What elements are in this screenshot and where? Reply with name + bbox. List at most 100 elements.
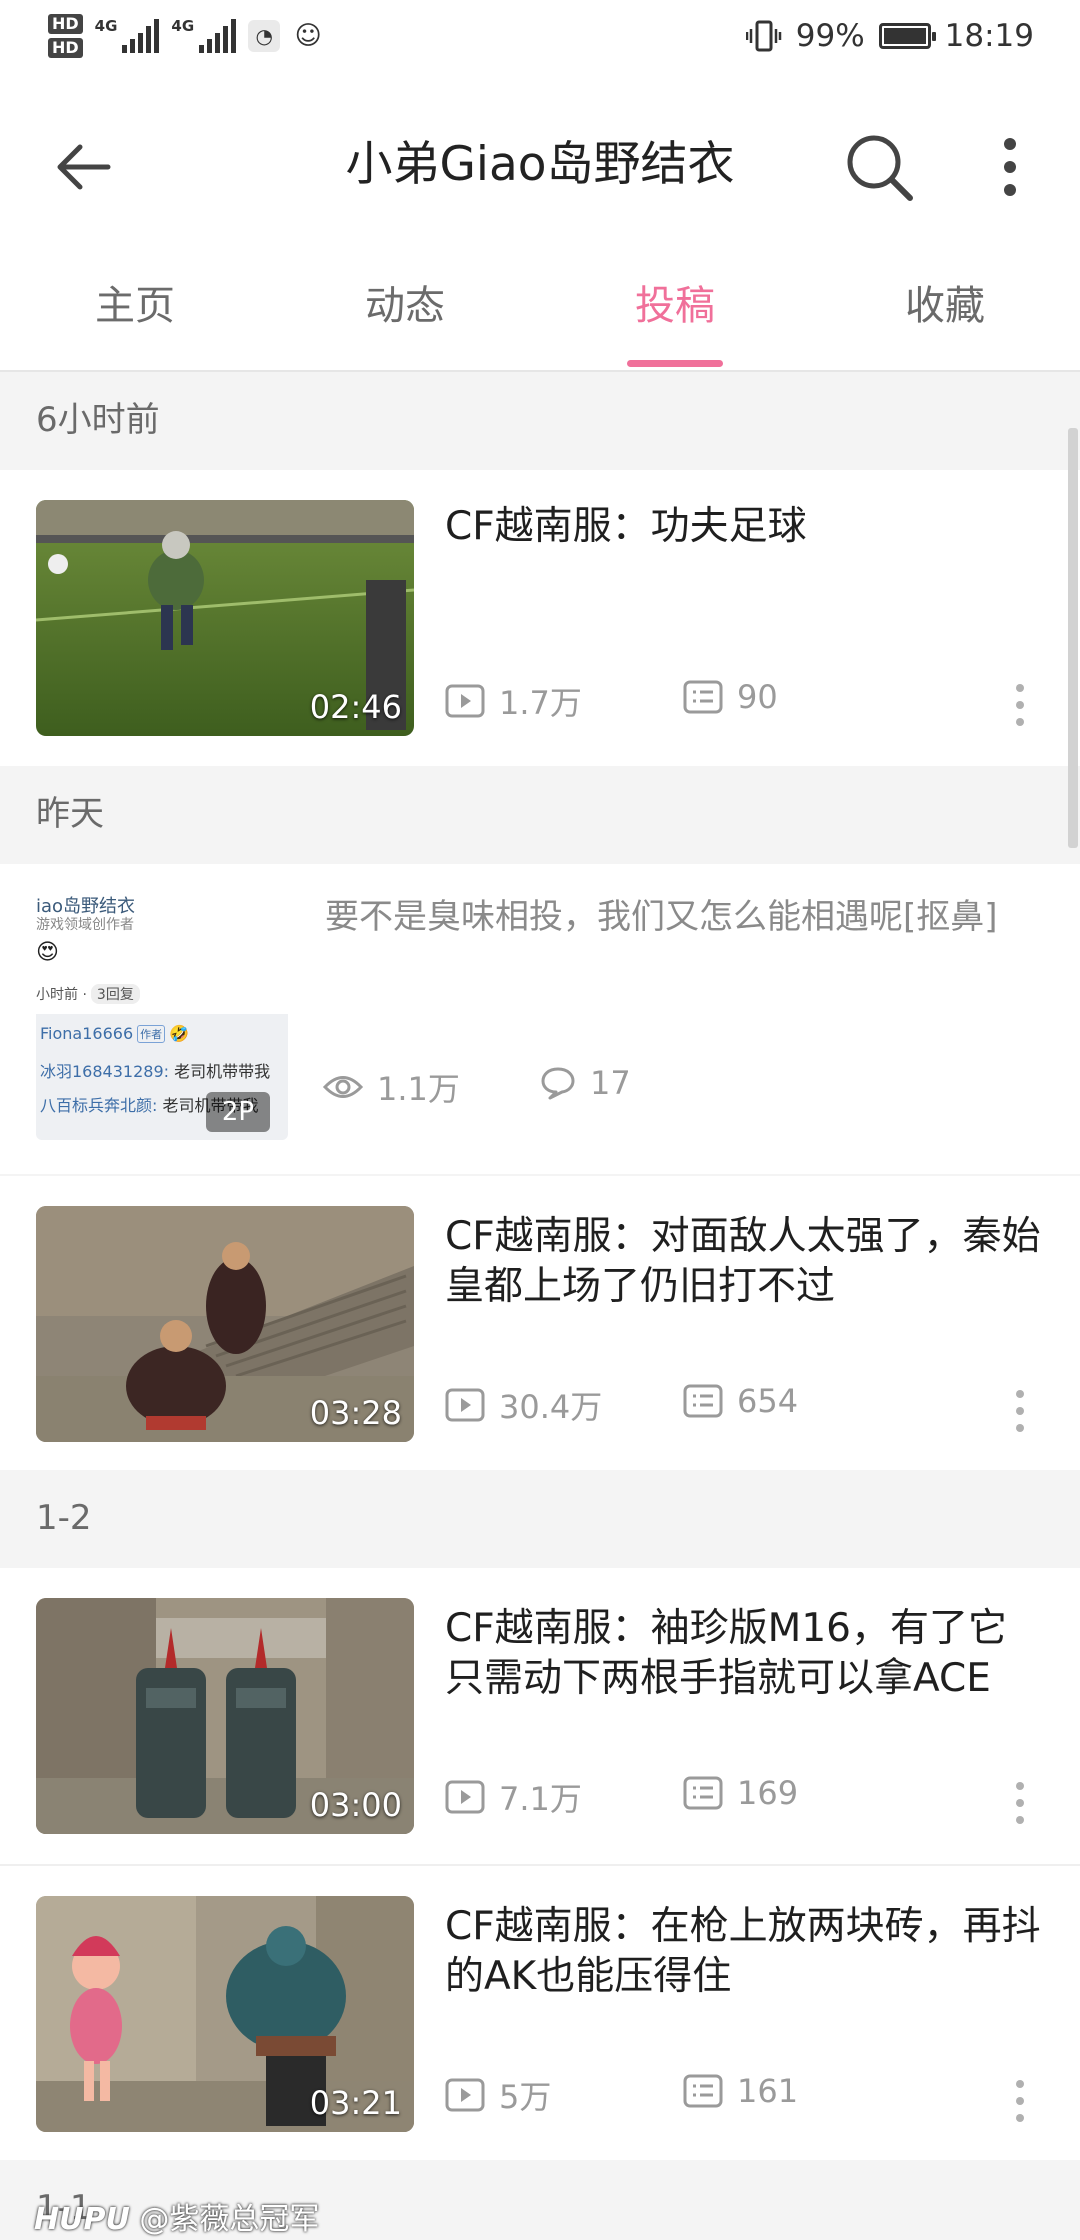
section-label: 昨天 [36, 794, 104, 834]
section-label: 6小时前 [36, 400, 160, 440]
post-text[interactable]: 要不是臭味相投，我们又怎么能相遇呢[抠鼻] [325, 894, 1045, 940]
play-count-value: 1.7万 [499, 684, 582, 722]
video-duration: 03:28 [309, 1394, 402, 1432]
signal-bars-icon [122, 19, 160, 53]
video-title[interactable]: CF越南服：在枪上放两块砖，再抖的AK也能压得住 [445, 1902, 1045, 2002]
battery-percent: 99% [795, 18, 865, 54]
more-vert-icon[interactable] [980, 132, 1040, 202]
more-options-icon[interactable] [1010, 2076, 1030, 2126]
preview-comment-user: Fiona16666 [40, 1024, 134, 1043]
signal-bars-icon [199, 19, 237, 53]
reply-count-value: 17 [590, 1064, 631, 1102]
video-duration: 03:21 [309, 2084, 402, 2122]
video-duration: 02:46 [309, 688, 402, 726]
dynamic-item[interactable]: iao岛野结衣 游戏领域创作者 😍 小时前 · 3回复 Fiona16666 作… [0, 864, 1080, 1174]
video-item[interactable]: 03:28 CF越南服：对面敌人太强了，秦始皇都上场了仍旧打不过 30.4万 6… [0, 1176, 1080, 1470]
play-count-value: 30.4万 [499, 1388, 603, 1426]
watermark-brand: HUPU [34, 2202, 130, 2237]
page-count-badge: 2P [206, 1092, 270, 1132]
more-options-icon[interactable] [1010, 1386, 1030, 1436]
app-notification-icon: ◔ [248, 20, 281, 52]
reply-count: 17 [540, 1064, 631, 1102]
comment-count-value: 90 [737, 678, 778, 716]
preview-comment: Fiona16666 作者 🤣 [40, 1024, 189, 1043]
screen: { "status_bar": { "hd1": "HD", "hd2": "H… [0, 0, 1080, 2240]
preview-comment: 冰羽168431289: 老司机带带我 [40, 1058, 270, 1082]
section-header: 昨天 [0, 766, 1080, 864]
play-count: 30.4万 [445, 1382, 602, 1428]
section-header: 6小时前 [0, 372, 1080, 470]
app-bar: 小弟Giao岛野结衣 [0, 80, 1080, 250]
play-count: 5万 [445, 2072, 551, 2118]
tab-dynamics[interactable]: 动态 [270, 282, 540, 330]
watermark-text: @紫薇总冠军 [139, 2202, 320, 2237]
post-preview-image[interactable]: iao岛野结衣 游戏领域创作者 😍 小时前 · 3回复 Fiona16666 作… [36, 892, 288, 1140]
preview-subtitle: 游戏领域创作者 [36, 917, 134, 933]
play-count-value: 7.1万 [499, 1780, 582, 1818]
eye-icon [323, 1076, 363, 1098]
preview-author-tag: 作者 [137, 1024, 166, 1043]
hd-indicators: HD HD [48, 14, 83, 58]
comment-count: 654 [683, 1382, 798, 1420]
status-right: 99% 18:19 [745, 18, 1034, 54]
play-count: 7.1万 [445, 1774, 582, 1820]
search-icon[interactable] [840, 128, 920, 208]
play-icon [445, 1780, 485, 1814]
battery-icon [878, 23, 936, 49]
scrollbar[interactable] [1068, 428, 1078, 848]
comment-count: 169 [683, 1774, 798, 1812]
preview-emoji-icon: 😍 [36, 940, 59, 965]
video-thumbnail[interactable]: 03:28 [36, 1206, 414, 1442]
section-header: 1-2 [0, 1470, 1080, 1568]
more-options-icon[interactable] [1010, 1778, 1030, 1828]
comment-icon [683, 680, 723, 714]
tab-bar: 主页 动态 投稿 收藏 [0, 250, 1080, 372]
preview-emoji-icon: 🤣 [169, 1024, 190, 1043]
view-count: 1.1万 [323, 1064, 460, 1110]
video-title[interactable]: CF越南服：对面敌人太强了，秦始皇都上场了仍旧打不过 [445, 1212, 1045, 1312]
video-item[interactable]: 03:21 CF越南服：在枪上放两块砖，再抖的AK也能压得住 5万 161 [0, 1864, 1080, 2160]
view-count-value: 1.1万 [377, 1070, 460, 1108]
comment-count-value: 169 [737, 1774, 799, 1812]
play-icon [445, 2078, 485, 2112]
signal-2: 4G [171, 17, 237, 53]
hd-badge: HD [48, 38, 83, 58]
tab-submissions[interactable]: 投稿 [540, 282, 810, 330]
signal-1: 4G [95, 19, 160, 53]
video-thumbnail[interactable]: 03:00 [36, 1598, 414, 1834]
comment-count: 161 [683, 2072, 798, 2110]
play-count: 1.7万 [445, 678, 582, 724]
bubble-icon [541, 1067, 575, 1100]
video-thumbnail[interactable]: 03:21 [36, 1896, 414, 2132]
preview-replies: 3回复 [90, 984, 140, 1004]
clock: 18:19 [944, 18, 1034, 54]
play-icon [445, 684, 485, 718]
preview-comment-user: 八百标兵奔北颜: [40, 1096, 158, 1115]
comment-count-value: 161 [737, 2072, 799, 2110]
active-tab-indicator [627, 360, 723, 367]
vibrate-icon [745, 20, 781, 52]
preview-time: 小时前 · [36, 987, 87, 1003]
network-label: 4G [171, 17, 195, 35]
preview-comment-user: 冰羽168431289: [40, 1062, 170, 1081]
comment-count-value: 654 [737, 1382, 799, 1420]
video-title[interactable]: CF越南服：功夫足球 [445, 502, 1045, 552]
preview-meta: 小时前 · 3回复 [36, 984, 140, 1004]
comment-icon [683, 2074, 723, 2108]
video-item[interactable]: 03:00 CF越南服：袖珍版M16，有了它只需动下两根手指就可以拿ACE 7.… [0, 1568, 1080, 1864]
play-icon [445, 1388, 485, 1422]
video-thumbnail[interactable]: 02:46 [36, 500, 414, 736]
comment-icon [683, 1384, 723, 1418]
status-left: HD HD 4G 4G ◔ ☺ [48, 14, 324, 58]
network-label: 4G [94, 17, 118, 35]
more-options-icon[interactable] [1010, 680, 1030, 730]
preview-comment-text: 老司机带带我 [174, 1062, 271, 1081]
comment-icon [683, 1776, 723, 1810]
comment-count: 90 [683, 678, 778, 716]
watermark: HUPU @紫薇总冠军 [34, 2194, 319, 2238]
video-title[interactable]: CF越南服：袖珍版M16，有了它只需动下两根手指就可以拿ACE [445, 1604, 1045, 1704]
video-item[interactable]: 02:46 CF越南服：功夫足球 1.7万 90 [0, 470, 1080, 766]
tab-favorites[interactable]: 收藏 [810, 282, 1080, 330]
tab-home[interactable]: 主页 [0, 282, 270, 330]
app-notification-icon: ☺ [294, 21, 322, 51]
